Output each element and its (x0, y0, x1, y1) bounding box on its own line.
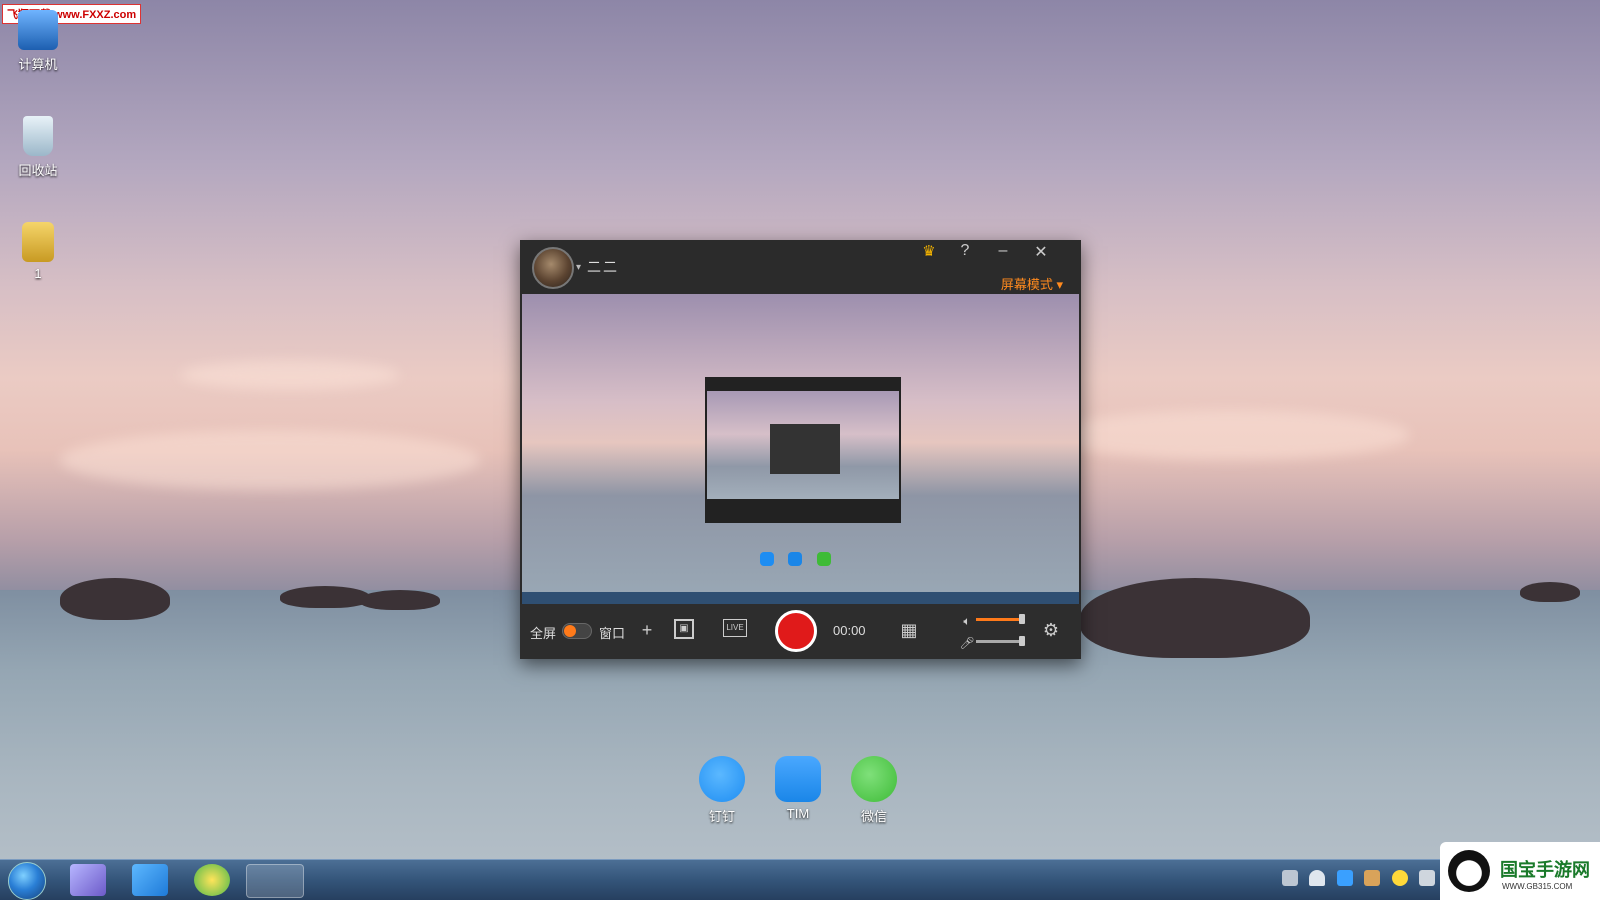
slider-knob[interactable] (1019, 636, 1025, 646)
mode-toggle[interactable] (562, 623, 592, 639)
desktop-icon-label: 回收站 (18, 163, 58, 178)
avatar[interactable] (532, 247, 574, 289)
browser-tray-icon[interactable] (1391, 870, 1408, 886)
window-label[interactable]: 窗口 (599, 623, 625, 642)
watermark-url: WWW.GB315.COM (1502, 882, 1573, 891)
app-label: 微信 (860, 809, 887, 824)
speaker-icon[interactable]: 🔈︎ (956, 610, 978, 632)
nested-recorder-preview (705, 377, 901, 523)
help-icon[interactable]: ? (954, 242, 976, 260)
desktop-icon-folder[interactable]: 1 (8, 222, 68, 281)
rock (360, 590, 440, 610)
mic-volume-slider[interactable] (976, 636, 1025, 646)
taskbar-app-browser[interactable] (194, 864, 230, 896)
add-icon[interactable]: + (636, 619, 658, 641)
rock (1080, 578, 1310, 658)
desktop-icon-computer[interactable]: 计算机 (8, 10, 68, 73)
desktop-app-dingtalk[interactable]: 钉钉 (694, 756, 750, 825)
cloud (1050, 410, 1410, 460)
preview-app-icons (760, 552, 841, 571)
rock (1520, 582, 1580, 602)
dingtalk-icon (760, 552, 774, 566)
watermark-brand: 国宝手游网 (1500, 860, 1590, 880)
region-icon[interactable]: ▣ (674, 619, 694, 639)
slider-knob[interactable] (1019, 614, 1025, 624)
wechat-icon (851, 756, 897, 802)
desktop-app-tim[interactable]: TIM (770, 756, 826, 821)
desktop-icon-label: 1 (34, 266, 42, 281)
folder-icon (22, 222, 54, 262)
username: 二二 (587, 259, 619, 275)
desktop-icon-recycle-bin[interactable]: 回收站 (8, 116, 68, 179)
start-button[interactable] (8, 862, 46, 900)
dingtalk-icon (699, 756, 745, 802)
tim-tray-icon[interactable] (1336, 870, 1353, 886)
tim-icon (788, 552, 803, 566)
desktop-app-wechat[interactable]: 微信 (846, 756, 902, 825)
mode-label: 屏幕模式 (1000, 277, 1053, 292)
taskbar-app-notes[interactable] (132, 864, 168, 896)
fullscreen-label[interactable]: 全屏 (530, 623, 556, 642)
chevron-down-icon[interactable]: ▾ (576, 262, 581, 273)
taskbar-app-media[interactable] (70, 864, 106, 896)
screen-recorder-window: ▾ 二二 ♛ ? – ✕ 屏幕模式 ▾ 全屏 窗口 + ▣ LIVE 00:00 (520, 240, 1081, 659)
preview-taskbar (522, 592, 1079, 604)
mic-volume-fill (976, 640, 1020, 643)
settings-icon[interactable]: ⚙ (1040, 619, 1062, 641)
screen-preview (522, 294, 1079, 604)
taskbar: 国宝手游网 WWW.GB315.COM (0, 842, 1600, 900)
tim-icon (775, 756, 821, 802)
app-label: TIM (786, 806, 810, 821)
speaker-volume-fill (976, 618, 1020, 621)
desktop-icon-label: 计算机 (18, 57, 58, 72)
keyboard-icon[interactable] (1281, 870, 1298, 886)
mode-dropdown[interactable]: 屏幕模式 ▾ (1001, 274, 1063, 293)
recycle-bin-icon (23, 116, 53, 156)
nested-recorder-preview (770, 424, 840, 474)
cloud (180, 360, 400, 390)
app-label: 钉钉 (708, 809, 735, 824)
chevron-down-icon: ▾ (1056, 277, 1063, 292)
title-bar: ▾ 二二 ♛ ? – ✕ 屏幕模式 ▾ (520, 240, 1081, 294)
panda-logo-icon (1448, 850, 1490, 892)
cloud (60, 430, 480, 490)
rock (60, 578, 170, 620)
minimize-icon[interactable]: – (992, 242, 1014, 260)
rock (280, 586, 370, 608)
nested-preview-screen (707, 391, 899, 499)
filmstrip-icon[interactable]: ▦ (898, 619, 920, 641)
speaker-volume-slider[interactable] (976, 614, 1025, 624)
bell-icon[interactable] (1309, 870, 1326, 886)
network-icon[interactable] (1419, 870, 1436, 886)
close-icon[interactable]: ✕ (1030, 242, 1052, 262)
vip-crown-icon[interactable]: ♛ (918, 242, 940, 260)
taskbar-app-recorder[interactable] (246, 864, 304, 898)
live-icon[interactable]: LIVE (723, 619, 747, 637)
timer: 00:00 (833, 623, 866, 638)
bottom-right-watermark: 国宝手游网 WWW.GB315.COM (1440, 842, 1600, 900)
computer-icon (18, 10, 58, 50)
mic-icon[interactable]: 🎤︎ (956, 632, 978, 654)
record-button[interactable] (775, 610, 817, 652)
control-bar: 全屏 窗口 + ▣ LIVE 00:00 ▦ 🔈︎ 🎤︎ ⚙ (520, 604, 1081, 659)
recorder-tray-icon[interactable] (1364, 870, 1381, 886)
wechat-icon (816, 552, 831, 566)
